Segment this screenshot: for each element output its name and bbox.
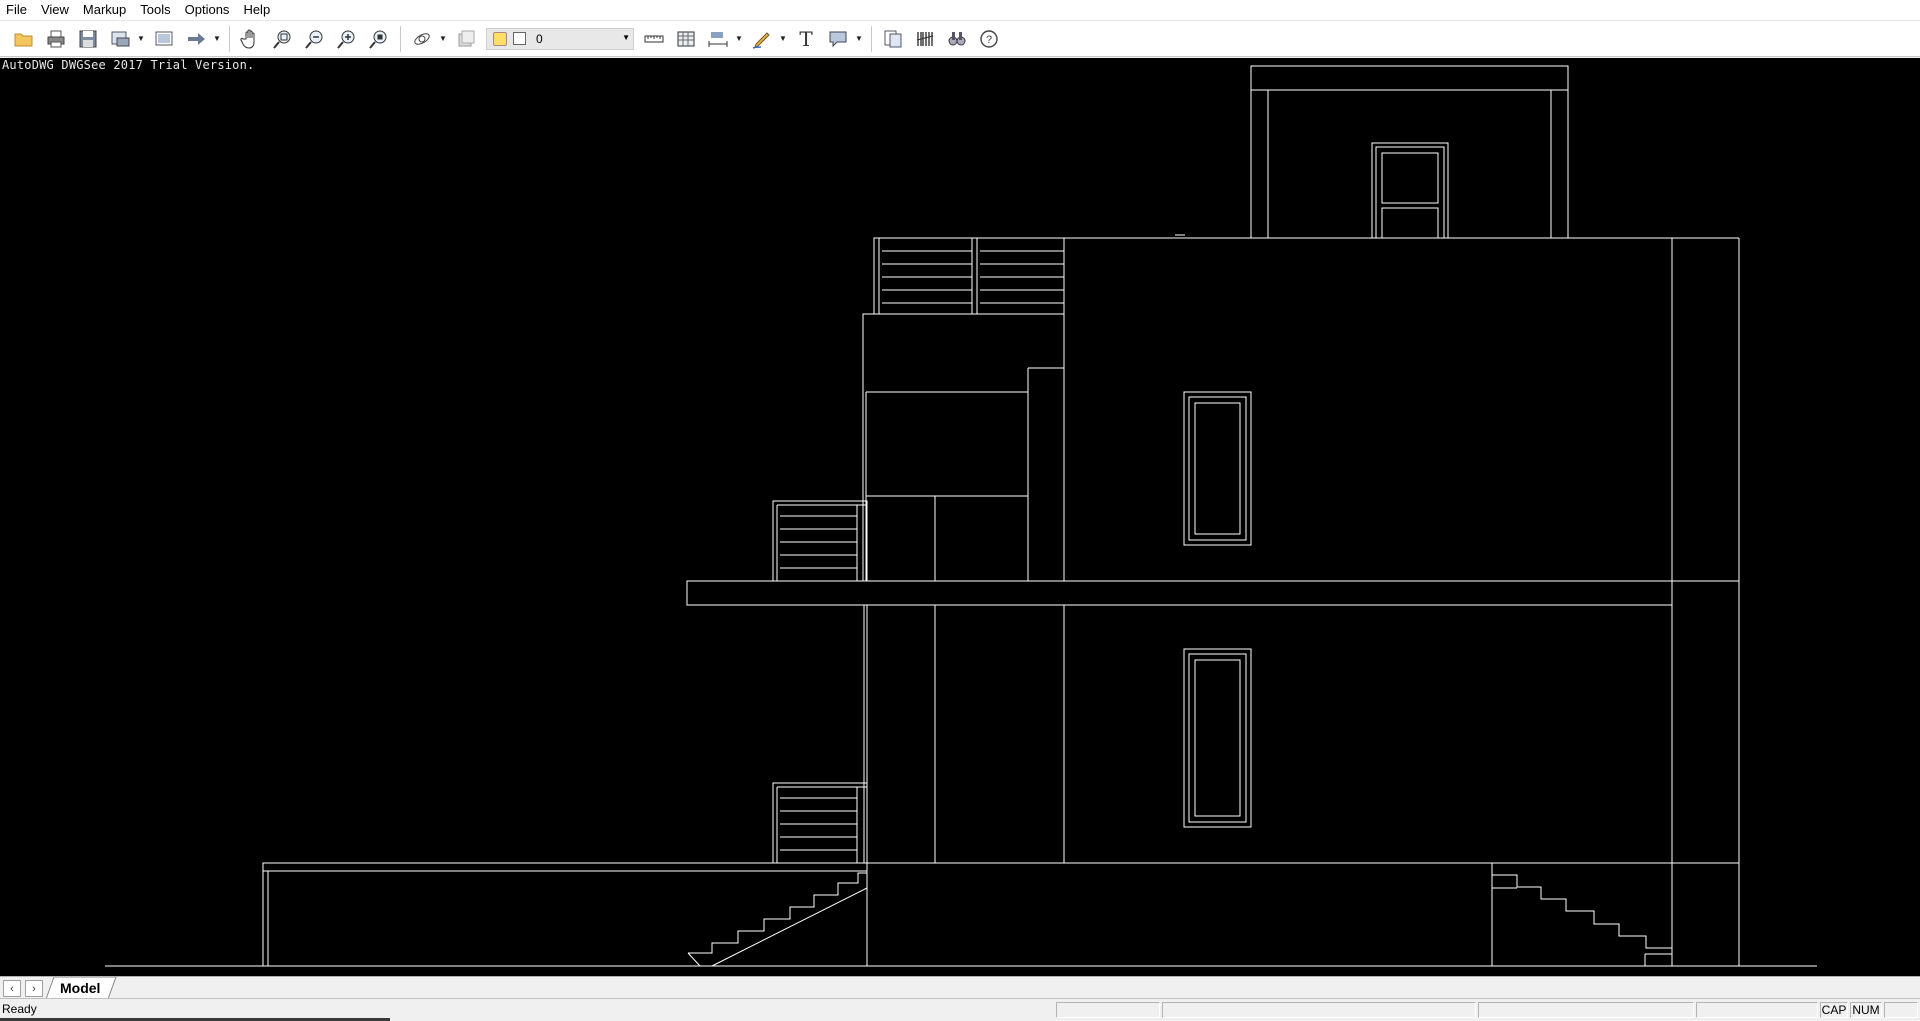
tab-prev-button[interactable]: ‹: [3, 980, 21, 997]
open-icon[interactable]: [10, 25, 38, 53]
menu-options[interactable]: Options: [178, 0, 237, 20]
menu-view[interactable]: View: [34, 0, 76, 20]
layer-dropdown[interactable]: 0 ▼: [486, 27, 634, 50]
dimension-dropdown-icon[interactable]: ▼: [734, 25, 744, 53]
stair-tower: [862, 313, 1065, 582]
right-staircase: [1492, 874, 1672, 966]
find-icon[interactable]: [943, 25, 971, 53]
pen-dropdown-icon[interactable]: ▼: [778, 25, 788, 53]
layer-states-icon[interactable]: [452, 25, 480, 53]
layer-color-swatch: [513, 32, 526, 45]
toolbar-separator: [871, 25, 872, 52]
ground-floor-window: [1183, 648, 1252, 828]
mumty-slab: [1250, 65, 1569, 91]
barcode-icon[interactable]: [911, 25, 939, 53]
menu-markup[interactable]: Markup: [76, 0, 133, 20]
toolbar-separator: [229, 25, 230, 52]
callout-dropdown-icon[interactable]: ▼: [854, 25, 864, 53]
export-dropdown-icon[interactable]: ▼: [136, 25, 146, 53]
tab-model[interactable]: Model: [52, 977, 112, 998]
layout-icon[interactable]: [150, 25, 178, 53]
layout-tab-bar: ‹ › Model: [0, 976, 1920, 999]
floor-slab: [686, 580, 1673, 606]
compound-wall: [262, 862, 868, 967]
layer-on-icon: [493, 31, 507, 46]
svg-text:?: ?: [986, 34, 992, 46]
callout-icon[interactable]: [824, 25, 852, 53]
zoom-extents-icon[interactable]: [365, 25, 393, 53]
menu-file[interactable]: File: [0, 0, 34, 20]
ground-railing: [772, 782, 868, 864]
pan-hand-icon[interactable]: [237, 25, 265, 53]
toolbar-separator: [400, 25, 401, 52]
zoom-window-icon[interactable]: [269, 25, 297, 53]
mumty-door: [1371, 142, 1449, 239]
caps-lock-indicator: CAP: [1820, 1002, 1848, 1018]
menubar: File View Markup Tools Options Help: [0, 0, 1920, 21]
arrow-right-icon[interactable]: [182, 25, 210, 53]
compare-icon[interactable]: [879, 25, 907, 53]
num-lock-indicator: NUM: [1850, 1002, 1882, 1018]
export-icon[interactable]: [106, 25, 134, 53]
building-elevation-drawing: [105, 65, 1817, 967]
layer-value: 0: [536, 31, 543, 46]
measure-area-icon[interactable]: [672, 25, 700, 53]
toolbar: ▼ ▼ ▼ 0 ▼ ▼ ▼ T ▼ ?: [0, 21, 1920, 57]
left-staircase: [687, 872, 868, 967]
status-pane: [1478, 1002, 1694, 1018]
zoom-out-icon[interactable]: [301, 25, 329, 53]
text-icon[interactable]: T: [792, 25, 820, 53]
status-pane: [1884, 1002, 1918, 1018]
save-icon[interactable]: [74, 25, 102, 53]
help-icon[interactable]: ?: [975, 25, 1003, 53]
menu-tools[interactable]: Tools: [133, 0, 177, 20]
first-floor-window: [1183, 391, 1252, 546]
chevron-down-icon: ▼: [622, 32, 630, 42]
zoom-in-icon[interactable]: [333, 25, 361, 53]
orbit-dropdown-icon[interactable]: ▼: [438, 25, 448, 53]
status-pane: [1162, 1002, 1476, 1018]
status-pane: [1056, 1002, 1160, 1018]
orbit-icon[interactable]: [408, 25, 436, 53]
measure-distance-icon[interactable]: [640, 25, 668, 53]
menu-help[interactable]: Help: [236, 0, 277, 20]
tab-next-button[interactable]: ›: [25, 980, 43, 997]
first-railing: [772, 500, 868, 582]
pen-markup-icon[interactable]: [748, 25, 776, 53]
dimension-icon[interactable]: [704, 25, 732, 53]
print-icon[interactable]: [42, 25, 70, 53]
status-text: Ready: [2, 1002, 37, 1016]
arrow-dropdown-icon[interactable]: ▼: [212, 25, 222, 53]
status-pane: [1696, 1002, 1818, 1018]
drawing-canvas[interactable]: AutoDWG DWGSee 2017 Trial Version.: [0, 58, 1920, 976]
